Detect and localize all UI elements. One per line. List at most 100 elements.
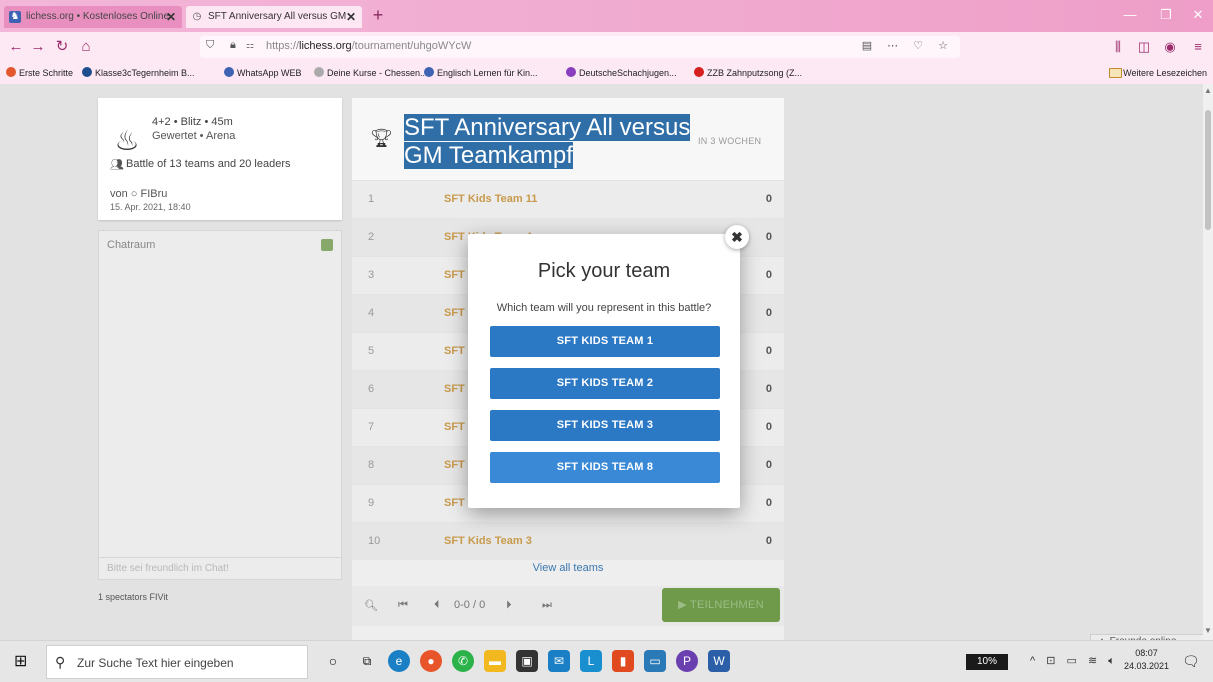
app-p-icon[interactable]: P [676,650,698,672]
table-row[interactable]: 1 SFT Kids Team 11 0 [352,180,784,218]
join-button[interactable]: ▶ TEILNEHMEN [662,588,780,622]
store-icon[interactable]: ▣ [516,650,538,672]
system-tray-icon[interactable]: ^ ⊡ ▭ ≋ 🔈︎ [1030,654,1119,668]
bookmark-icon [82,67,92,77]
team-button-2[interactable]: SFT KIDS TEAM 2 [490,368,720,399]
chat-toggle-checkbox[interactable] [321,239,333,251]
team-button-3[interactable]: SFT KIDS TEAM 3 [490,410,720,441]
bookmark-item[interactable]: WhatsApp WEB [224,66,302,80]
flame-icon: ♨ [114,125,140,156]
bookmark-item[interactable]: DeutscheSchachjugen... [566,66,677,80]
office-icon[interactable]: ▮ [612,650,634,672]
taskbar-search-input[interactable]: ⚲ Zur Suche Text hier eingeben [46,645,308,679]
minimize-icon[interactable]: — [1112,0,1148,32]
close-icon[interactable]: ✕ [346,6,356,28]
pick-team-dialog: ✖ Pick your team Which team will you rep… [468,225,749,508]
bookmark-item[interactable]: ZZB Zahnputzsong (Z... [694,66,802,80]
search-icon[interactable]: 🔍︎ [364,599,378,612]
tab-tournament[interactable]: ◷ SFT Anniversary All versus GM ✕ [186,6,362,28]
windows-start-icon[interactable]: ⊞ [14,654,30,670]
team-button-1[interactable]: SFT KIDS TEAM 1 [490,326,720,357]
game-controls: 🔍︎ ⏮ ⏴ 0-0 / 0 ⏵ ⏭ ▶ TEILNEHMEN [352,586,784,626]
lichess-icon: ♞ [9,11,21,23]
youtube-icon [694,67,704,77]
permissions-icon[interactable]: ⚏ [246,40,254,51]
whatsapp-icon[interactable]: ✆ [452,650,474,672]
tournament-date: 15. Apr. 2021, 18:40 [110,202,191,212]
notification-icon[interactable]: 🗨︎ [1182,653,1200,670]
tournament-info-panel: ♨ 4+2 • Blitz • 45m Gewertet • Arena 👥︎ B… [98,98,342,220]
next-page-icon[interactable]: ⏵ [506,599,512,612]
new-tab-button[interactable]: + [368,4,388,26]
taskbar: ⊞ ⚲ Zur Suche Text hier eingeben ○ ⧉ e ●… [0,640,1213,682]
tournament-creator[interactable]: von ○ FIBru [110,188,167,200]
tournament-icon: ◷ [192,11,202,22]
url-bar[interactable]: ⛉ 🔒︎ ⚏ https://lichess.org/tournament/uh… [200,36,960,58]
starts-in: IN 3 WOCHEN [698,136,762,146]
trophy-icon: 🏆︎ [370,128,393,148]
chat-input[interactable]: Bitte sei freundlich im Chat! [99,557,341,579]
other-bookmarks-folder[interactable]: Weitere Lesezeichen [1109,66,1207,80]
library-icon[interactable]: ⫼ [1108,37,1128,57]
close-icon[interactable]: ✕ [166,6,176,28]
bookmark-icon [6,67,16,77]
search-placeholder: Zur Suche Text hier eingeben [77,656,234,670]
tab-lichess[interactable]: ♞ lichess.org • Kostenloses Online ✕ [4,6,182,28]
firefox-icon[interactable]: ● [420,650,442,672]
forward-icon[interactable]: → [28,37,48,57]
bookmark-item[interactable]: Deine Kurse - Chessen... [314,66,428,80]
time-control: 4+2 • Blitz • 45m [152,116,233,128]
taskbar-clock[interactable]: 08:07 24.03.2021 [1124,647,1169,673]
mail-icon[interactable]: ✉ [548,650,570,672]
menu-icon[interactable]: ≡ [1188,37,1208,57]
bookmark-icon [314,67,324,77]
sidebar-icon[interactable]: ◫ [1134,37,1154,57]
chat-room: Chatraum Bitte sei freundlich im Chat! [98,230,342,580]
account-icon[interactable]: ◉ [1160,37,1180,57]
globe-icon [424,67,434,77]
window-close-icon[interactable]: ✕ [1180,0,1213,32]
bookmark-item[interactable]: Englisch Lernen für Kin... [424,66,538,80]
tracking-shield-icon[interactable]: ⛉ [206,39,214,52]
bookmark-item[interactable]: Klasse3cTegernheim B... [82,66,195,80]
cortana-icon[interactable]: ○ [322,650,344,672]
tab-label: SFT Anniversary All versus GM [208,11,347,22]
table-row[interactable]: 10 SFT Kids Team 30 [352,522,784,560]
users-icon: 👥︎ [110,159,124,171]
tab-label: lichess.org • Kostenloses Online [26,11,170,22]
app-l-icon[interactable]: L [580,650,602,672]
battle-summary: 👥︎ Battle of 13 teams and 20 leaders [110,158,291,171]
scroll-down-icon[interactable]: ▼ [1203,626,1213,635]
dialog-question: Which team will you represent in this ba… [496,302,712,314]
last-page-icon[interactable]: ⏭ [542,599,552,612]
edge-icon[interactable]: e [388,650,410,672]
view-all-teams-link[interactable]: View all teams [352,562,784,574]
url-actions-icon[interactable]: ▤ ⋯ ♡ ☆ [862,39,954,52]
scrollbar-thumb[interactable] [1205,110,1211,230]
app-window-icon[interactable]: ▭ [644,650,666,672]
battery-indicator[interactable]: 10% [966,654,1008,670]
twitch-icon [566,67,576,77]
restore-icon[interactable]: ❐ [1148,0,1184,32]
first-page-icon[interactable]: ⏮ [398,599,408,612]
reload-icon[interactable]: ↻ [52,37,72,57]
dialog-title: Pick your team [537,260,671,282]
home-icon[interactable]: ⌂ [76,37,96,57]
lock-icon[interactable]: 🔒︎ [230,39,236,52]
scroll-up-icon[interactable]: ▲ [1203,86,1213,95]
prev-page-icon[interactable]: ⏴ [434,599,440,612]
globe-icon [224,67,234,77]
tournament-type: Gewertet • Arena [152,130,236,142]
chat-title: Chatraum [107,239,156,251]
close-icon[interactable]: ✖ [725,225,749,249]
browser-tab-bar: ♞ lichess.org • Kostenloses Online ✕ ◷ S… [0,0,1213,32]
word-icon[interactable]: W [708,650,730,672]
back-icon[interactable]: ← [6,37,26,57]
pager-text: 0-0 / 0 [454,599,486,611]
bookmark-item[interactable]: Erste Schritte [6,66,73,80]
search-icon: ⚲ [55,654,66,670]
team-button-8[interactable]: SFT KIDS TEAM 8 [490,452,720,483]
file-explorer-icon[interactable]: ▬ [484,650,506,672]
task-view-icon[interactable]: ⧉ [356,650,378,672]
navigation-bar: ← → ↻ ⌂ ⛉ 🔒︎ ⚏ https://lichess.org/tourn… [0,32,1213,62]
